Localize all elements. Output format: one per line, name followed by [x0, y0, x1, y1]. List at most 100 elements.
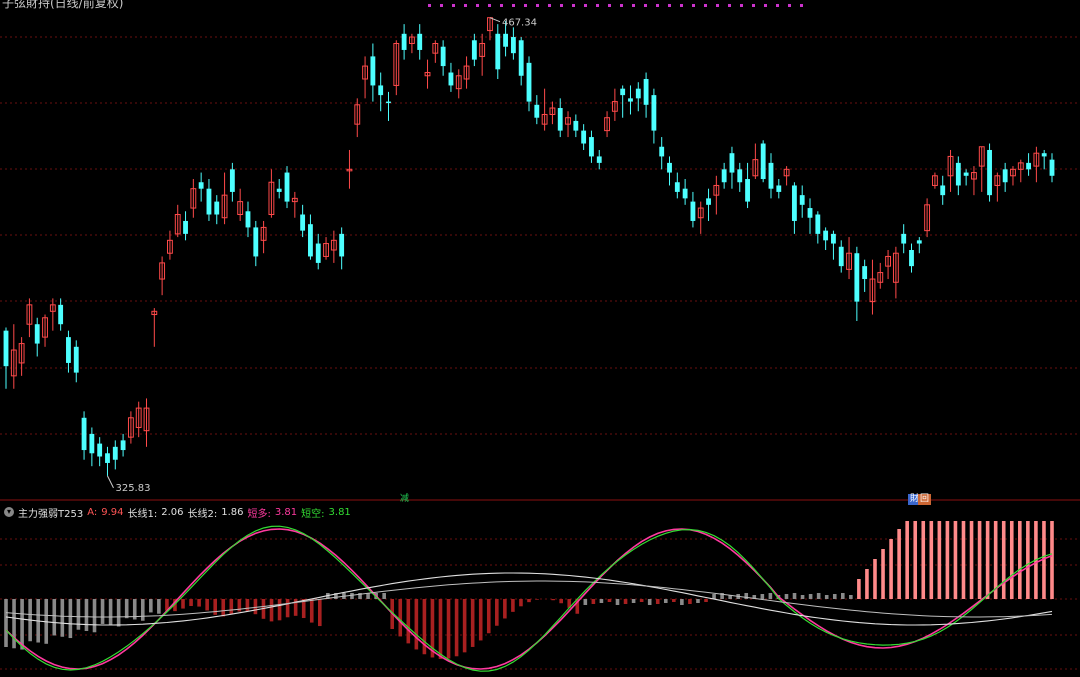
indicator-bar: [20, 599, 24, 650]
candle: [885, 250, 891, 280]
candle: [947, 149, 954, 192]
candle-body: [120, 440, 126, 451]
candle-body: [737, 169, 743, 183]
indicator-bar: [800, 595, 805, 599]
candle: [901, 224, 907, 254]
candle: [49, 298, 56, 331]
candle-body: [1041, 153, 1047, 157]
candle: [237, 188, 244, 221]
candle-body: [651, 95, 657, 131]
indicator-bar: [470, 599, 475, 647]
indicator-bar: [414, 599, 419, 650]
marker-dot: [476, 4, 479, 7]
indicator-bar: [438, 599, 443, 659]
indicator-bar: [784, 594, 789, 599]
candle: [760, 140, 766, 183]
legend-shortlong-value: 3.81: [274, 506, 298, 518]
candle: [1026, 153, 1032, 176]
candle: [495, 24, 501, 79]
candle: [1017, 159, 1024, 183]
indicator-bar: [551, 599, 555, 601]
indicator-bar: [398, 599, 403, 637]
candle-body: [89, 433, 95, 454]
indicator-bar: [253, 599, 258, 615]
candle: [89, 427, 95, 467]
candle-body: [471, 40, 477, 60]
indicator-bar: [462, 599, 467, 653]
indicator-chart[interactable]: [0, 517, 1080, 677]
candle-body: [674, 182, 680, 192]
marker-hui[interactable]: 回: [918, 494, 932, 505]
candle: [417, 24, 423, 60]
candle: [909, 243, 914, 273]
indicator-bar: [607, 599, 612, 602]
candle: [955, 156, 961, 196]
candle-body: [909, 250, 914, 267]
candle: [807, 198, 813, 234]
indicator-bar: [221, 599, 226, 617]
candle: [869, 259, 876, 315]
candle: [401, 24, 407, 60]
indicator-bar: [108, 599, 113, 626]
candle-body: [386, 101, 391, 104]
marker-jian[interactable]: 减: [398, 494, 411, 505]
candle-body: [573, 120, 579, 131]
candle: [682, 179, 688, 205]
candle-body: [760, 143, 766, 180]
candle: [10, 324, 17, 389]
indicator-bar: [366, 593, 370, 599]
candle-body: [721, 169, 727, 183]
indicator-bar: [495, 599, 499, 626]
candle: [354, 98, 361, 138]
marker-dot: [776, 4, 779, 7]
legend-long1-value: 2.06: [161, 506, 184, 518]
indicator-bar: [857, 579, 861, 599]
indicator-bar: [832, 594, 837, 599]
indicator-bar: [816, 593, 821, 599]
high-pointer: [489, 17, 501, 23]
candle-body: [823, 230, 829, 241]
candle: [697, 201, 704, 234]
candle-body: [955, 162, 961, 186]
candle: [159, 256, 166, 296]
marker-dot: [548, 4, 551, 7]
candle: [628, 85, 633, 115]
chevron-down-icon[interactable]: ▾: [4, 507, 14, 517]
candle: [26, 298, 33, 338]
marker-dot: [716, 4, 719, 7]
candle: [300, 204, 306, 238]
indicator-bar: [1001, 521, 1006, 599]
candle-body: [838, 246, 844, 267]
candle: [245, 201, 251, 238]
marker-dot: [440, 4, 443, 7]
candlestick-chart[interactable]: 467.34 325.83: [0, 0, 1080, 502]
indicator-bar: [277, 599, 282, 621]
candle-body: [308, 224, 313, 257]
candle: [651, 88, 657, 144]
candle-body: [940, 185, 946, 196]
candle: [151, 308, 158, 347]
candle: [81, 411, 87, 460]
candle: [729, 146, 735, 189]
candle-body: [245, 211, 251, 228]
indicator-bar: [285, 599, 290, 618]
indicator-bar: [921, 521, 926, 599]
indicator-bar: [181, 599, 185, 609]
legend-long2-value: 1.86: [221, 506, 244, 518]
indicator-bar: [913, 521, 918, 599]
marker-hui-text: 回: [920, 494, 930, 504]
indicator-bar: [189, 599, 193, 607]
candle-body: [66, 337, 71, 363]
candle: [534, 95, 540, 125]
candle-body: [659, 146, 665, 157]
candle: [268, 169, 275, 218]
candle: [120, 433, 126, 457]
indicator-bar: [583, 599, 588, 605]
candle: [823, 227, 829, 250]
indicator-bar: [792, 593, 797, 599]
candle: [721, 162, 727, 189]
indicator-bar: [559, 599, 563, 604]
marker-dot: [572, 4, 575, 7]
low-price-label: 325.83: [115, 483, 150, 494]
marker-dot: [512, 4, 515, 7]
